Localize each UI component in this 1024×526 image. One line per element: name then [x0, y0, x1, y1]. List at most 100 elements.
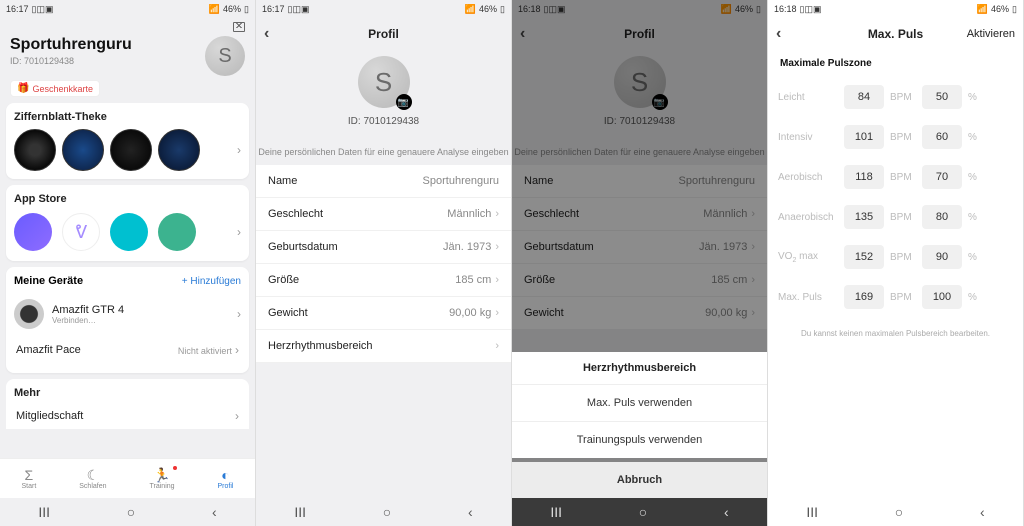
chevron-right-icon[interactable]: ›: [237, 143, 241, 157]
watchface-item[interactable]: [62, 129, 104, 171]
watchface-item[interactable]: [110, 129, 152, 171]
android-navbar: III ○ ‹: [768, 498, 1023, 526]
bpm-value[interactable]: 101: [844, 125, 884, 149]
watchface-item[interactable]: [14, 129, 56, 171]
gift-card-chip[interactable]: 🎁Geschenkkarte: [10, 80, 100, 97]
activate-link[interactable]: Aktivieren: [967, 28, 1015, 40]
pct-value[interactable]: 50: [922, 85, 962, 109]
avatar[interactable]: S: [205, 36, 245, 76]
row-heartrate-zone[interactable]: Herzrhythmusbereich›: [256, 330, 511, 363]
row-weight[interactable]: Gewicht90,00 kg›: [256, 297, 511, 330]
device-name: Amazfit GTR 4: [52, 304, 124, 316]
bpm-value[interactable]: 169: [844, 285, 884, 309]
app-icon[interactable]: [110, 213, 148, 251]
watchfaces-row[interactable]: ›: [14, 129, 241, 171]
chevron-right-icon: ›: [237, 307, 241, 321]
header: ‹ Profil: [256, 18, 511, 50]
device-row[interactable]: Amazfit Pace Nicht aktiviert ›: [14, 335, 241, 365]
tab-bar: ΣStart ☾Schlafen 🏃Training ◐Profil: [0, 458, 255, 498]
page-title: Max. Puls: [868, 27, 923, 41]
status-time: 16:17: [6, 4, 29, 14]
home-icon[interactable]: ○: [895, 504, 903, 520]
chevron-right-icon: ›: [235, 409, 239, 423]
battery-pct: 46%: [223, 4, 241, 14]
avatar[interactable]: S📷: [358, 56, 410, 108]
action-sheet: Herzrhythmusbereich Max. Puls verwenden …: [512, 352, 767, 498]
username: Sportuhrenguru: [10, 36, 132, 54]
battery-icon: ▯: [244, 4, 249, 15]
pct-value[interactable]: 60: [922, 125, 962, 149]
camera-icon[interactable]: 📷: [396, 94, 412, 110]
device-image: [14, 299, 44, 329]
row-gender[interactable]: GeschlechtMännlich›: [256, 198, 511, 231]
signal-icon: 📶: [209, 4, 220, 15]
back-icon[interactable]: ‹: [980, 504, 985, 520]
recents-icon[interactable]: III: [550, 504, 562, 520]
bpm-value[interactable]: 152: [844, 245, 884, 269]
android-navbar: III ○ ‹: [256, 498, 511, 526]
zone-row-maxpulse: Max. Puls169BPM100%: [768, 277, 1023, 317]
back-icon[interactable]: ‹: [468, 504, 473, 520]
device-name: Amazfit Pace: [16, 344, 81, 356]
zone-row-light: Leicht84BPM50%: [768, 77, 1023, 117]
device-row[interactable]: Amazfit GTR 4 Verbinden… ›: [14, 293, 241, 335]
watchfaces-title: Ziffernblatt-Theke: [14, 111, 241, 123]
device-status: Nicht aktiviert: [178, 346, 232, 356]
zone-row-anaerobic: Anaerobisch135BPM80%: [768, 197, 1023, 237]
pct-value[interactable]: 90: [922, 245, 962, 269]
appstore-title: App Store: [14, 193, 241, 205]
android-navbar: III ○ ‹: [0, 498, 255, 526]
zone-row-aerobic: Aerobisch118BPM70%: [768, 157, 1023, 197]
header: ‹ Max. Puls Aktivieren: [768, 18, 1023, 50]
sheet-option-maxpulse[interactable]: Max. Puls verwenden: [512, 384, 767, 421]
devices-title: Meine Geräte: [14, 275, 83, 287]
pct-value[interactable]: 80: [922, 205, 962, 229]
app-icon[interactable]: [158, 213, 196, 251]
row-height[interactable]: Größe185 cm›: [256, 264, 511, 297]
status-icons: ▯◫▣: [32, 4, 54, 15]
home-icon[interactable]: ○: [639, 504, 647, 520]
chevron-right-icon[interactable]: ›: [237, 225, 241, 239]
user-id: ID: 7010129438: [10, 56, 132, 66]
tab-start[interactable]: ΣStart: [21, 468, 36, 490]
appstore-row[interactable]: ᕓ ›: [14, 211, 241, 253]
tab-profile[interactable]: ◐Profil: [218, 468, 234, 490]
watchface-item[interactable]: [158, 129, 200, 171]
back-icon[interactable]: ‹: [724, 504, 729, 520]
more-item[interactable]: Mitgliedschaft ›: [14, 405, 241, 427]
row-birthdate[interactable]: GeburtsdatumJän. 1973›: [256, 231, 511, 264]
gift-icon: 🎁: [17, 83, 29, 94]
screen-profile: 16:17▯◫▣ 📶46%▯ ‹ Profil S📷 ID: 701012943…: [256, 0, 512, 526]
app-icon[interactable]: [14, 213, 52, 251]
row-name[interactable]: NameSportuhrenguru: [256, 165, 511, 198]
tab-sleep[interactable]: ☾Schlafen: [79, 468, 106, 490]
sheet-title: Herzrhythmusbereich: [512, 352, 767, 384]
more-card: Mehr Mitgliedschaft ›: [6, 379, 249, 429]
home-icon[interactable]: ○: [383, 504, 391, 520]
tab-training[interactable]: 🏃Training: [150, 468, 175, 490]
watchfaces-card: Ziffernblatt-Theke ›: [6, 103, 249, 179]
back-icon[interactable]: ‹: [212, 504, 217, 520]
chevron-right-icon: ›: [235, 343, 239, 357]
home-icon[interactable]: ○: [127, 504, 135, 520]
recents-icon[interactable]: III: [38, 504, 50, 520]
app-icon[interactable]: ᕓ: [62, 213, 100, 251]
pct-value[interactable]: 100: [922, 285, 962, 309]
bpm-value[interactable]: 84: [844, 85, 884, 109]
bpm-value[interactable]: 135: [844, 205, 884, 229]
appstore-card: App Store ᕓ ›: [6, 185, 249, 261]
back-button[interactable]: ‹: [776, 25, 781, 43]
sheet-option-trainingpulse[interactable]: Trainungspuls verwenden: [512, 421, 767, 458]
moon-icon: ☾: [87, 468, 100, 482]
user-id: ID: 7010129438: [348, 116, 419, 127]
screen-profile-sheet: 16:18▯◫▣ 📶46%▯ ‹Profil S📷 ID: 7010129438…: [512, 0, 768, 526]
back-button[interactable]: ‹: [264, 25, 269, 43]
recents-icon[interactable]: III: [294, 504, 306, 520]
bpm-value[interactable]: 118: [844, 165, 884, 189]
recents-icon[interactable]: III: [806, 504, 818, 520]
pct-value[interactable]: 70: [922, 165, 962, 189]
mail-icon[interactable]: [233, 22, 245, 32]
device-status: Verbinden…: [52, 316, 124, 325]
add-device-link[interactable]: + Hinzufügen: [182, 276, 241, 287]
sheet-cancel[interactable]: Abbruch: [512, 462, 767, 498]
